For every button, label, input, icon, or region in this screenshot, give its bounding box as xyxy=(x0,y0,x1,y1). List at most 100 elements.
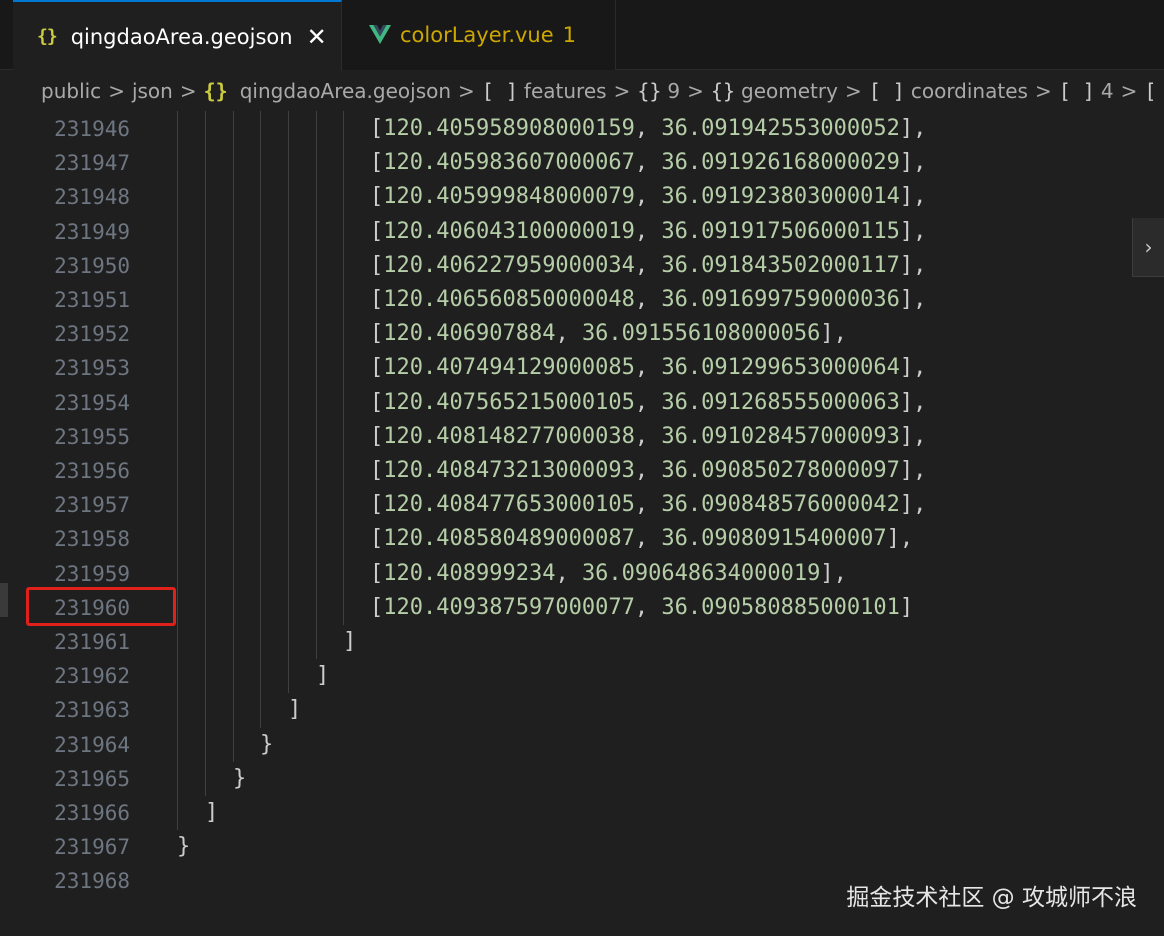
code-line: 231956 [120.408473213000093, 36.090850278… xyxy=(0,454,1164,488)
indent-guide xyxy=(343,111,344,625)
breadcrumb-label: 9 xyxy=(667,79,681,103)
code-line: 231957 [120.408477653000105, 36.090848576… xyxy=(0,488,1164,522)
code-line: 231955 [120.408148277000038, 36.091028457… xyxy=(0,420,1164,454)
closing-bracket: ] xyxy=(316,663,330,689)
object-icon: {} xyxy=(637,79,662,103)
longitude-value: 120.408148277000038 xyxy=(383,423,635,449)
latitude-value: 36.090848576000042 xyxy=(661,492,900,518)
latitude-value: 36.091556108000056 xyxy=(581,321,821,347)
code-line: 231953 [120.407494129000085, 36.091299653… xyxy=(0,351,1164,385)
latitude-value: 36.090648634000019 xyxy=(581,560,821,586)
code-line: 231946 [120.405958908000159, 36.091942553… xyxy=(0,112,1164,146)
latitude-value: 36.090850278000097 xyxy=(661,458,900,483)
chevron-right-icon: > xyxy=(687,79,704,103)
tab-colorlayer-vue[interactable]: colorLayer.vue 1 xyxy=(342,0,616,70)
coordinate-pair: [120.408999234, 36.090648634000019], xyxy=(370,560,847,586)
line-number: 231954 xyxy=(54,390,130,415)
breadcrumb-item[interactable]: [ ] 4 xyxy=(1059,79,1114,103)
indent-guide xyxy=(177,111,178,831)
breadcrumb-item[interactable]: public xyxy=(41,79,101,103)
coordinate-pair: [120.408477653000105, 36.090848576000042… xyxy=(370,492,927,518)
coordinate-pair: [120.408473213000093, 36.090850278000097… xyxy=(370,458,927,483)
close-icon[interactable]: ✕ xyxy=(307,25,327,49)
closing-bracket: } xyxy=(260,731,274,757)
array-icon: [ ] xyxy=(868,79,905,103)
breadcrumb-item[interactable]: {} geometry xyxy=(711,79,838,103)
chevron-right-icon: > xyxy=(458,79,475,103)
coordinate-pair: [120.407494129000085, 36.091299653000064… xyxy=(370,355,927,381)
line-number: 231957 xyxy=(54,493,130,518)
latitude-value: 36.091942553000052 xyxy=(661,116,900,141)
longitude-value: 120.408580489000087 xyxy=(383,526,635,552)
coordinate-pair: [120.405958908000159, 36.091942553000052… xyxy=(370,116,927,141)
code-line: 231959 [120.408999234, 36.090648634000019… xyxy=(0,557,1164,591)
coordinate-pair: [120.408148277000038, 36.091028457000093… xyxy=(370,423,927,449)
indent-guide xyxy=(316,111,317,660)
line-number: 231951 xyxy=(54,288,130,312)
longitude-value: 120.405983607000067 xyxy=(383,150,635,176)
latitude-value: 36.091268555000063 xyxy=(661,389,900,415)
breadcrumb-item[interactable]: [ ] features xyxy=(482,79,607,103)
array-icon: [ ] xyxy=(1058,79,1095,103)
longitude-value: 120.408999234 xyxy=(383,560,556,586)
tab-qingdaoarea-geojson[interactable]: {} qingdaoArea.geojson ✕ xyxy=(13,0,342,71)
tab-label: colorLayer.vue xyxy=(400,23,554,47)
latitude-value: 36.091299653000064 xyxy=(661,355,900,381)
code-line: 231952 [120.406907884, 36.091556108000056… xyxy=(0,317,1164,351)
chevron-right-icon: > xyxy=(179,79,197,103)
closing-bracket: ] xyxy=(288,697,302,723)
longitude-value: 120.409387597000077 xyxy=(383,594,635,620)
object-icon: {} xyxy=(710,79,736,103)
coordinate-pair: [120.405999848000079, 36.091923803000014… xyxy=(370,184,927,210)
object-icon: {} xyxy=(203,79,228,103)
coordinate-pair: [120.408580489000087, 36.09080915400007]… xyxy=(370,526,914,552)
breadcrumb-item[interactable]: {} qingdaoArea.geojson xyxy=(204,79,451,103)
code-line: 231963] xyxy=(0,693,1164,727)
code-line: 231967} xyxy=(0,830,1164,864)
line-number: 231946 xyxy=(54,117,130,141)
breadcrumb-item[interactable]: {} 9 xyxy=(637,79,680,103)
line-number: 231953 xyxy=(54,356,130,381)
code-line: 231966] xyxy=(0,796,1164,830)
code-line: 231950 [120.406227959000034, 36.091843502… xyxy=(0,249,1164,283)
latitude-value: 36.091843502000117 xyxy=(661,252,900,278)
chevron-right-icon: > xyxy=(844,79,862,103)
vue-icon xyxy=(369,25,391,44)
longitude-value: 120.406907884 xyxy=(383,321,556,347)
coordinate-pair: [120.407565215000105, 36.091268555000063… xyxy=(370,389,927,415)
breadcrumb-label: public xyxy=(41,79,102,103)
breadcrumb: public > json >{} qingdaoArea.geojson >[ ] fea… xyxy=(0,71,1164,111)
longitude-value: 120.406560850000048 xyxy=(383,287,635,312)
breadcrumb-label: json xyxy=(131,79,173,103)
breadcrumb-label: qingdaoArea.geojson xyxy=(239,79,452,103)
line-number: 231956 xyxy=(54,459,130,483)
breadcrumb-item[interactable]: [ xyxy=(1144,79,1162,103)
code-line: 231948 [120.405999848000079, 36.091923803… xyxy=(0,180,1164,214)
line-number: 231962 xyxy=(54,664,130,689)
latitude-value: 36.09080915400007 xyxy=(661,526,887,552)
breadcrumb-label: coordinates xyxy=(910,79,1028,103)
line-number: 231967 xyxy=(54,835,130,860)
line-number: 231948 xyxy=(54,185,130,210)
line-number: 231964 xyxy=(54,732,130,757)
longitude-value: 120.407494129000085 xyxy=(383,355,635,381)
closing-bracket: } xyxy=(233,765,247,791)
line-number: 231952 xyxy=(54,322,130,347)
code-editor[interactable]: › 231946 [120.405958908000159, 36.0919425… xyxy=(0,111,1164,936)
latitude-value: 36.091028457000093 xyxy=(661,423,900,449)
closing-bracket: } xyxy=(177,834,191,860)
longitude-value: 120.408477653000105 xyxy=(383,492,635,518)
longitude-value: 120.406043100000019 xyxy=(383,218,635,244)
longitude-value: 120.405958908000159 xyxy=(383,116,635,141)
breadcrumb-item[interactable]: [ ] coordinates xyxy=(869,79,1028,103)
watermark: 掘金技术社区 @ 攻城师不浪 xyxy=(846,885,1137,911)
coordinate-pair: [120.406560850000048, 36.091699759000036… xyxy=(370,287,927,312)
problem-count-badge: 1 xyxy=(562,23,577,47)
coordinate-pair: [120.406227959000034, 36.091843502000117… xyxy=(370,252,927,278)
chevron-right-icon: > xyxy=(1034,79,1052,103)
indent-guide xyxy=(260,111,261,728)
breadcrumb-item[interactable]: json xyxy=(132,79,173,103)
breadcrumb-label: features xyxy=(523,79,607,103)
gutter-marker xyxy=(0,582,8,617)
latitude-value: 36.091923803000014 xyxy=(661,184,900,210)
